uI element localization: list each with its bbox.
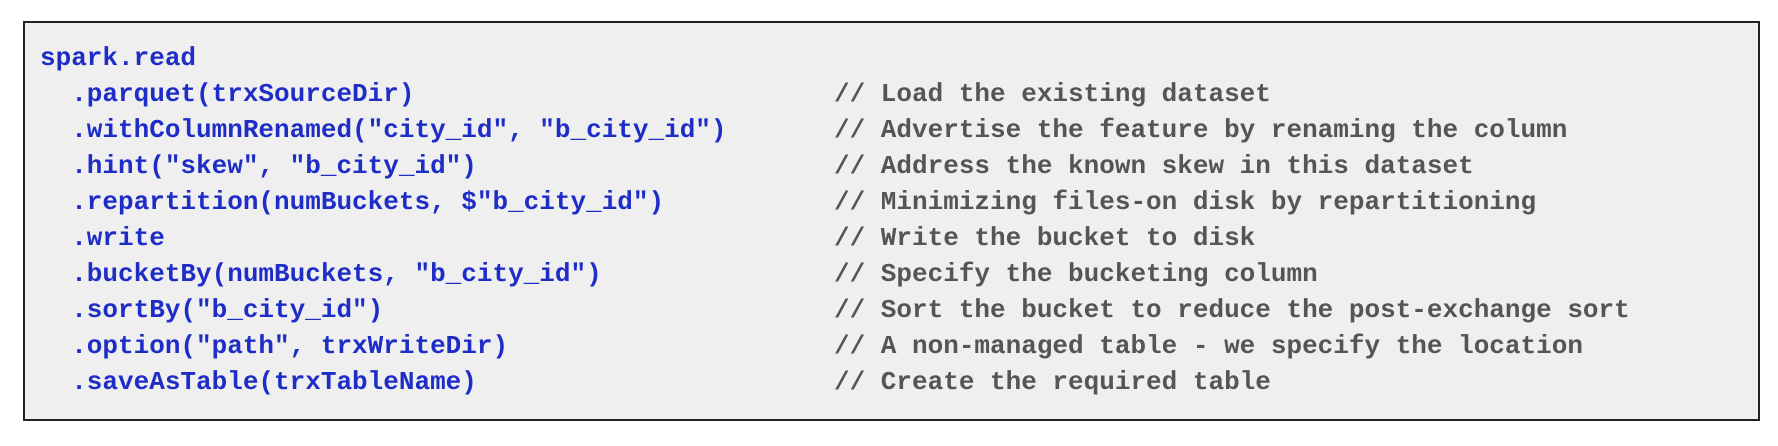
- code-line: .saveAsTable(trxTableName) // Create the …: [40, 364, 1630, 400]
- code-comment: // Load the existing dataset: [834, 79, 1271, 109]
- code-line: spark.read: [40, 40, 1630, 76]
- code-text: .saveAsTable(trxTableName): [40, 367, 477, 397]
- code-comment: // A non-managed table - we specify the …: [834, 331, 1583, 361]
- code-text: spark.read: [40, 43, 197, 73]
- code-text: .repartition(numBuckets, $"b_city_id"): [40, 187, 665, 217]
- code-text: .bucketBy(numBuckets, "b_city_id"): [40, 259, 602, 289]
- code-text: .sortBy("b_city_id"): [40, 295, 384, 325]
- code-block: spark.read .parquet(trxSourceDir) // Load…: [23, 21, 1760, 421]
- code-line: .sortBy("b_city_id") // Sort the bucket t…: [40, 292, 1630, 328]
- code-lines: spark.read .parquet(trxSourceDir) // Load…: [40, 40, 1630, 400]
- code-line: .repartition(numBuckets, $"b_city_id") //…: [40, 184, 1630, 220]
- code-comment: // Sort the bucket to reduce the post-ex…: [834, 295, 1630, 325]
- code-comment: // Minimizing files-on disk by repartiti…: [834, 187, 1537, 217]
- code-comment: // Address the known skew in this datase…: [834, 151, 1474, 181]
- code-text: .write: [40, 223, 165, 253]
- code-comment: // Create the required table: [834, 367, 1271, 397]
- code-text: .option("path", trxWriteDir): [40, 331, 509, 361]
- code-comment: // Specify the bucketing column: [834, 259, 1318, 289]
- code-line: .option("path", trxWriteDir) // A non-man…: [40, 328, 1630, 364]
- code-line: .hint("skew", "b_city_id") // Address the…: [40, 148, 1630, 184]
- code-text: .hint("skew", "b_city_id"): [40, 151, 477, 181]
- code-line: .bucketBy(numBuckets, "b_city_id") // Spe…: [40, 256, 1630, 292]
- code-text: .withColumnRenamed("city_id", "b_city_id…: [40, 115, 727, 145]
- code-line: .write // Write the bucket to disk: [40, 220, 1630, 256]
- code-line: .withColumnRenamed("city_id", "b_city_id…: [40, 112, 1630, 148]
- code-comment: // Advertise the feature by renaming the…: [834, 115, 1568, 145]
- code-text: .parquet(trxSourceDir): [40, 79, 415, 109]
- code-comment: // Write the bucket to disk: [834, 223, 1256, 253]
- code-line: .parquet(trxSourceDir) // Load the existi…: [40, 76, 1630, 112]
